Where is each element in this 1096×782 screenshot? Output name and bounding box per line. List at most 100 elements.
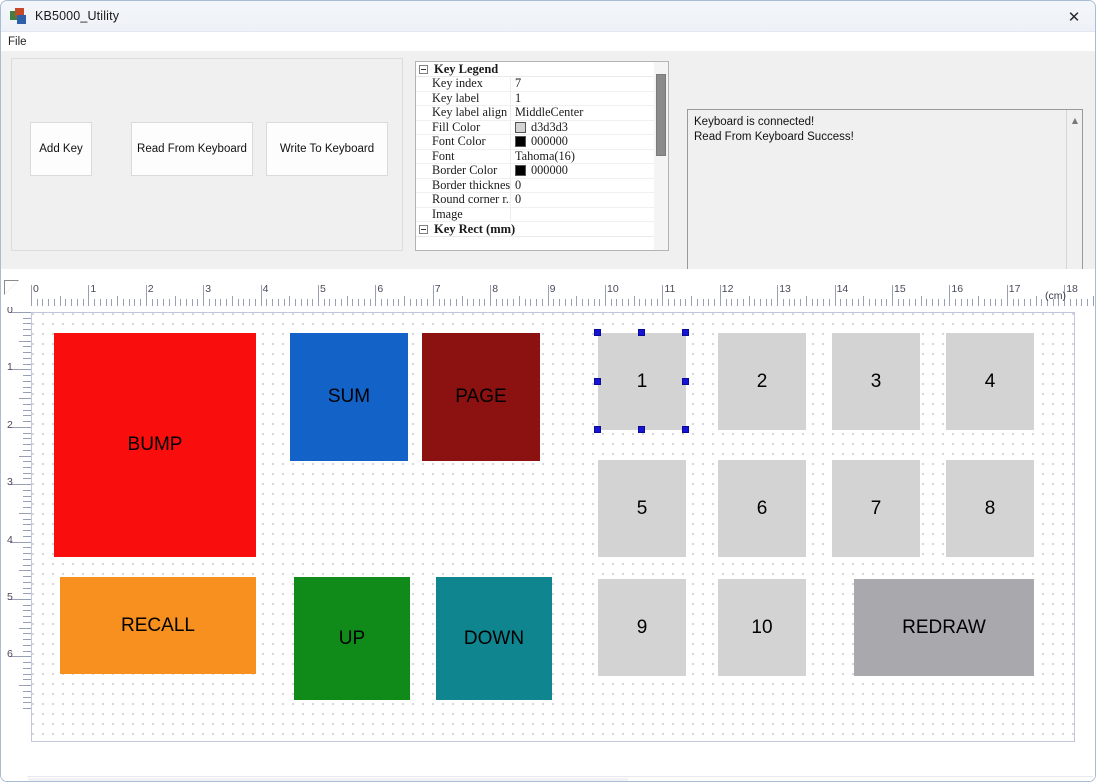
canvas-key[interactable]: 2 <box>718 333 806 430</box>
ruler-minor-tick <box>42 299 44 306</box>
ruler-minor-tick <box>622 299 624 306</box>
property-value[interactable]: MiddleCenter <box>510 106 668 120</box>
canvas-key[interactable]: 3 <box>832 333 920 430</box>
canvas-key[interactable]: 6 <box>718 460 806 557</box>
ruler-minor-tick <box>23 375 31 377</box>
ruler-minor-tick <box>23 621 31 623</box>
toolbar-region: Add Key Read From Keyboard Write To Keyb… <box>1 51 1095 290</box>
selection-handle[interactable] <box>594 377 601 385</box>
ruler-minor-tick <box>191 299 193 306</box>
canvas-key[interactable]: 5 <box>598 460 686 557</box>
ruler-minor-tick <box>23 507 31 509</box>
property-value[interactable]: 0 <box>510 178 668 192</box>
canvas-key[interactable]: 4 <box>946 333 1034 430</box>
canvas-key[interactable]: REDRAW <box>854 579 1034 676</box>
canvas-key[interactable]: BUMP <box>54 333 256 557</box>
menu-item-file[interactable]: File <box>1 36 34 48</box>
ruler-major-tick <box>88 285 90 306</box>
canvas-key[interactable]: 1 <box>598 333 686 430</box>
canvas-key[interactable]: 9 <box>598 579 686 676</box>
property-row[interactable]: Round corner r... 0 <box>416 192 668 208</box>
ruler-minor-tick <box>23 633 31 635</box>
ruler-minor-tick <box>23 673 31 675</box>
key-layout-canvas[interactable]: BUMP SUM PAGE 1 2 3 4 5 6 7 8 RECALL UP DOWN 9 10 REDRAW <box>31 312 1075 742</box>
ruler-major-tick <box>10 656 31 658</box>
canvas-horizontal-scroll-thumb[interactable] <box>28 778 628 781</box>
selection-handle[interactable] <box>638 426 645 433</box>
canvas-key[interactable]: 8 <box>946 460 1034 557</box>
ruler-major-tick <box>1006 285 1008 306</box>
write-to-keyboard-button[interactable]: Write To Keyboard <box>266 122 388 176</box>
canvas-key-label: RECALL <box>121 614 195 636</box>
selection-handle[interactable] <box>594 329 601 336</box>
ruler-major-tick <box>10 426 31 428</box>
collapse-icon[interactable] <box>419 64 428 74</box>
canvas-key[interactable]: UP <box>294 577 410 700</box>
status-log-scrollbar[interactable]: ▲ ▼ <box>1066 110 1082 289</box>
property-category[interactable]: Key Rect (mm) <box>416 222 668 237</box>
property-value[interactable]: 7 <box>510 77 668 91</box>
ruler-corner[interactable] <box>1 277 27 303</box>
add-key-button[interactable]: Add Key <box>30 122 92 176</box>
ruler-minor-tick <box>846 299 848 306</box>
canvas-key[interactable]: SUM <box>290 333 408 461</box>
canvas-key[interactable]: 7 <box>832 460 920 557</box>
ruler-minor-tick <box>23 530 31 532</box>
ruler-minor-tick <box>340 299 342 306</box>
property-row[interactable]: Fill Color d3d3d3 <box>416 120 668 135</box>
ruler-label: 3 <box>7 476 13 489</box>
ruler-minor-tick <box>1012 299 1014 306</box>
property-value[interactable]: 000000 <box>510 135 668 149</box>
ruler-minor-tick <box>955 299 957 306</box>
ruler-minor-tick <box>23 639 31 641</box>
selection-handle[interactable] <box>594 426 601 433</box>
property-value[interactable]: 000000 <box>510 164 668 178</box>
property-grid[interactable]: Key Legend Key index 7 Key label 1 Key label … <box>415 61 669 251</box>
property-category[interactable]: Key Legend <box>416 62 668 77</box>
property-row[interactable]: Font Color 000000 <box>416 134 668 150</box>
ruler-minor-tick <box>36 299 38 306</box>
canvas-key[interactable]: 10 <box>718 579 806 676</box>
ruler-major-tick <box>10 541 31 543</box>
ruler-minor-tick <box>627 299 629 306</box>
property-value[interactable]: 1 <box>510 91 668 105</box>
selection-handle[interactable] <box>682 329 689 336</box>
ruler-minor-tick <box>742 299 744 306</box>
property-row[interactable]: Font Tahoma(16) <box>416 149 668 164</box>
property-row[interactable]: Key label 1 <box>416 91 668 106</box>
ruler-minor-tick <box>117 296 119 306</box>
property-value[interactable]: 0 <box>510 193 668 207</box>
selection-handle[interactable] <box>682 426 689 433</box>
ruler-minor-tick <box>23 650 31 652</box>
selection-handle[interactable] <box>638 329 645 336</box>
ruler-minor-tick <box>128 299 130 306</box>
ruler-minor-tick <box>220 299 222 306</box>
ruler-label: 15 <box>894 283 906 295</box>
canvas-key[interactable]: RECALL <box>60 577 256 674</box>
read-from-keyboard-button[interactable]: Read From Keyboard <box>131 122 253 176</box>
ruler-minor-tick <box>23 558 31 560</box>
ruler-minor-tick <box>467 299 469 306</box>
ruler-label: 4 <box>7 533 13 546</box>
property-row[interactable]: Border thickness 0 <box>416 178 668 193</box>
status-log-panel[interactable]: Keyboard is connected! Read From Keyboar… <box>687 109 1083 290</box>
close-icon[interactable]: ✕ <box>1051 1 1095 32</box>
canvas-key[interactable]: PAGE <box>422 333 540 461</box>
ruler-minor-tick <box>903 299 905 306</box>
canvas-key[interactable]: DOWN <box>436 577 552 700</box>
canvas-horizontal-scrollbar[interactable] <box>27 776 1093 781</box>
ruler-minor-tick <box>450 299 452 306</box>
property-value[interactable] <box>510 207 668 221</box>
property-row[interactable]: Key label align MiddleCenter <box>416 105 668 121</box>
property-row[interactable]: Border Color 000000 <box>416 163 668 179</box>
collapse-icon[interactable] <box>419 224 428 234</box>
property-grid-scrollbar[interactable] <box>654 62 668 250</box>
property-grid-scroll-thumb[interactable] <box>656 74 666 156</box>
selection-handle[interactable] <box>682 377 689 385</box>
property-value[interactable]: d3d3d3 <box>510 120 668 134</box>
property-row[interactable]: Image <box>416 207 668 222</box>
scroll-up-icon[interactable]: ▲ <box>1067 112 1082 128</box>
property-row[interactable]: Key index 7 <box>416 76 668 92</box>
property-value[interactable]: Tahoma(16) <box>510 149 668 163</box>
ruler-minor-tick <box>1075 299 1077 306</box>
